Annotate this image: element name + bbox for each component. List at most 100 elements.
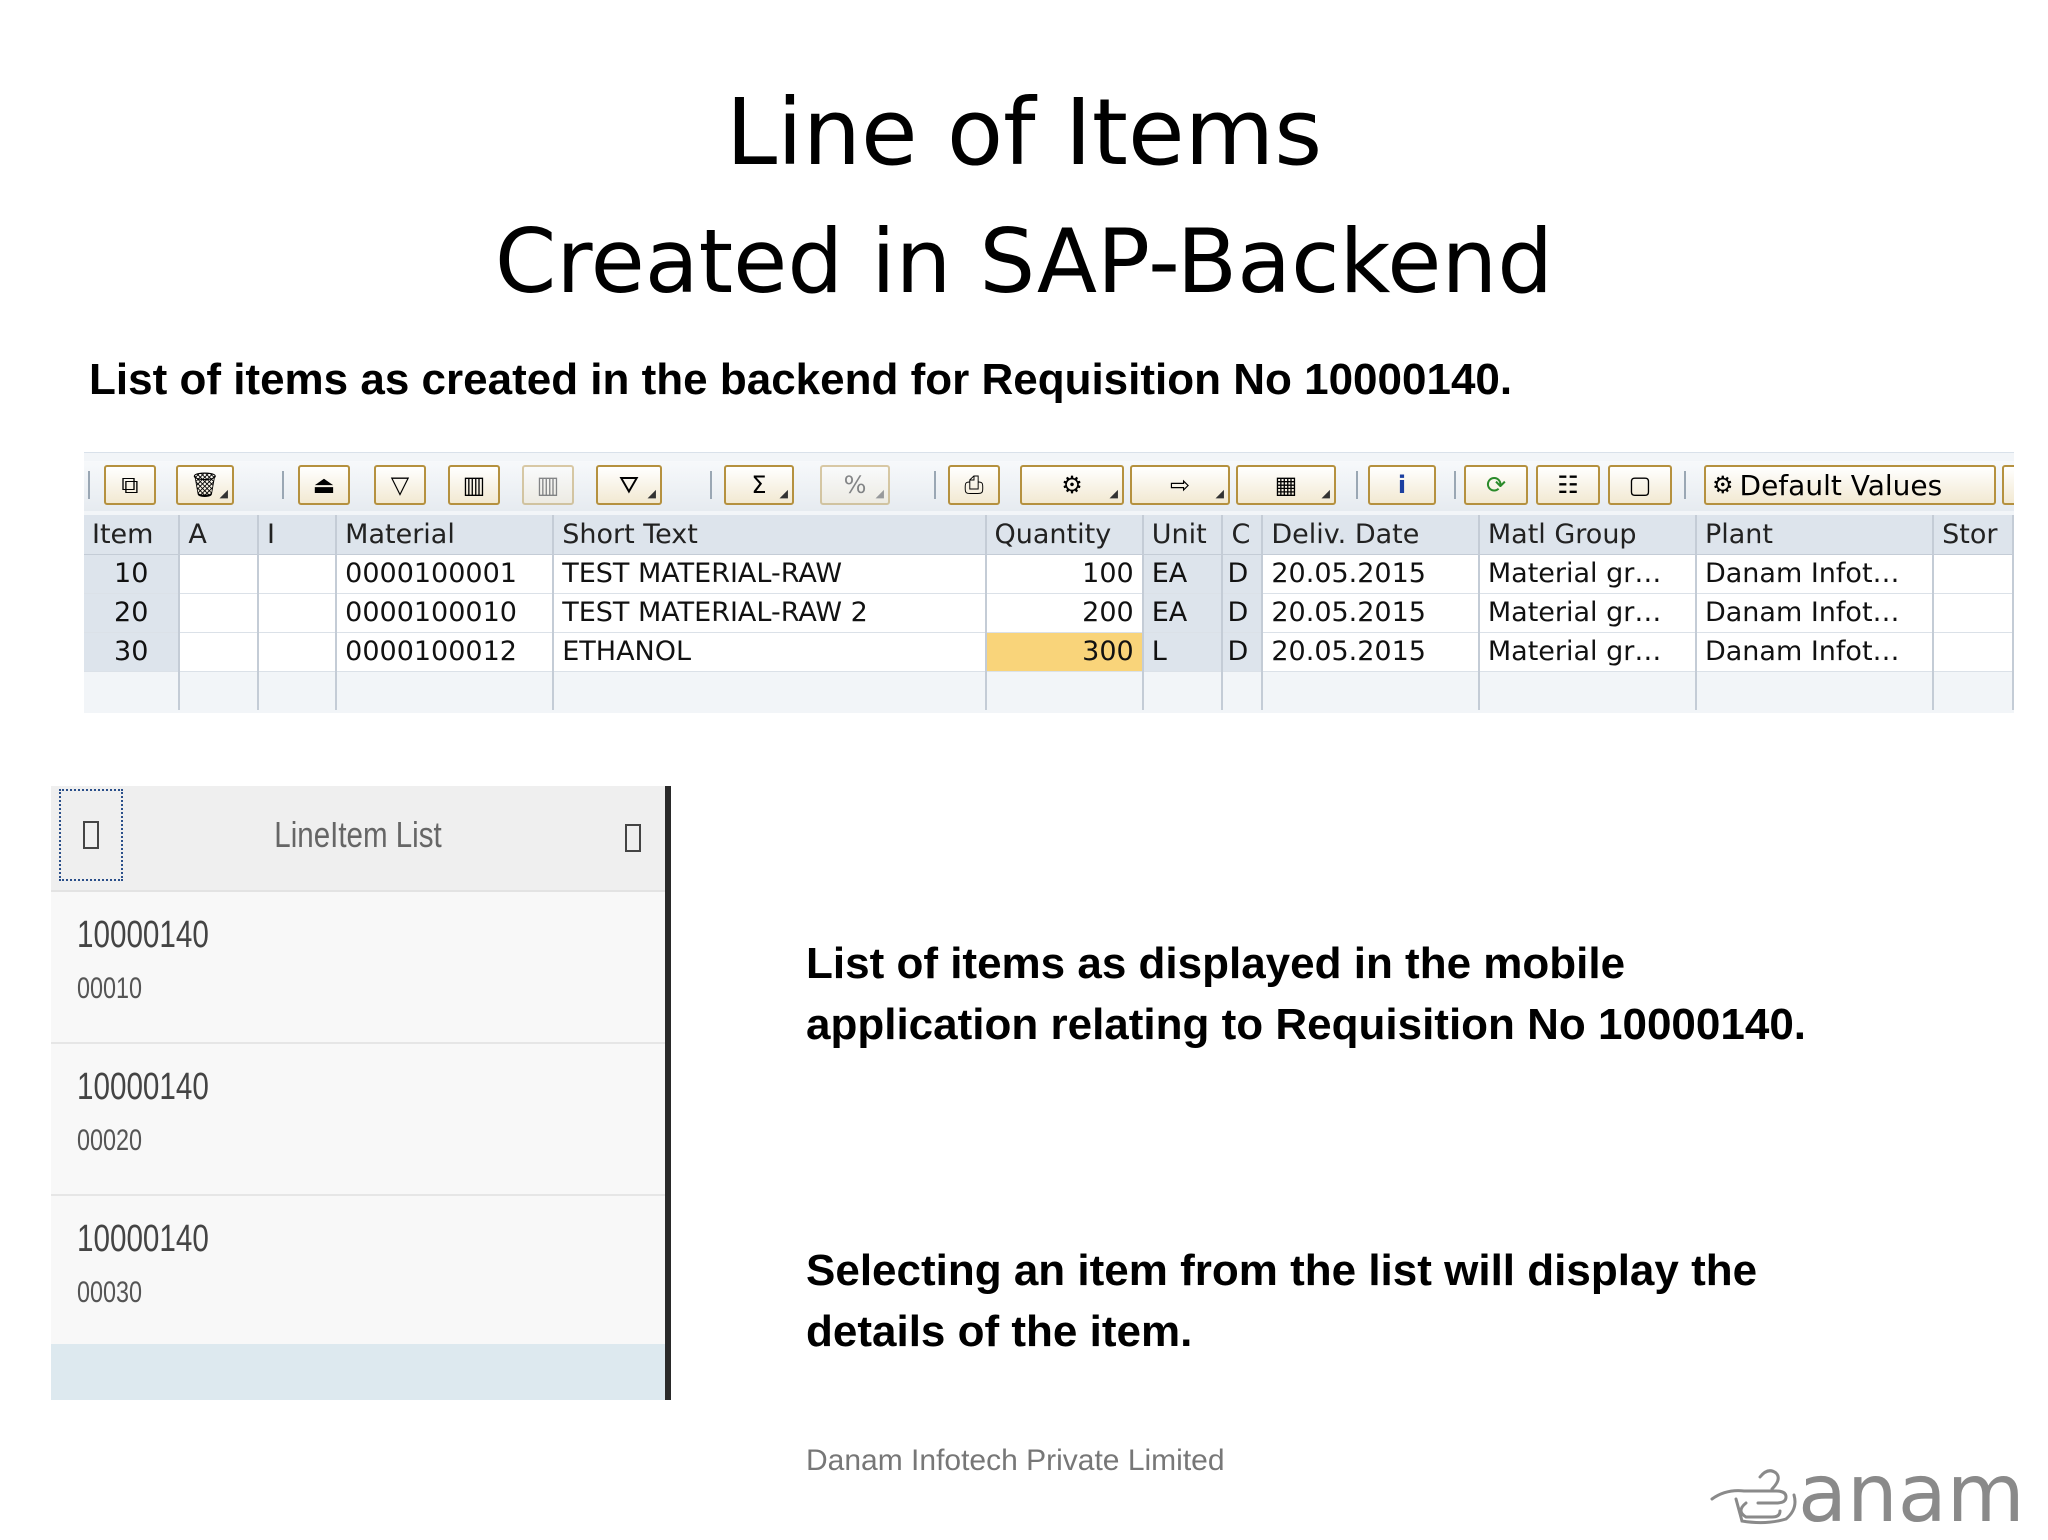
mobile-lineitem-list: LineItem List 10000140 00010 10000140 00… xyxy=(51,786,671,1400)
toolbar-separator xyxy=(1454,471,1456,499)
copy-icon[interactable]: ⧉ xyxy=(104,465,156,505)
column-header-matl-group[interactable]: Matl Group xyxy=(1478,515,1697,555)
list-item[interactable]: 10000140 00020 xyxy=(51,1044,665,1196)
cell-matl-group[interactable]: Material gr… xyxy=(1478,554,1697,594)
slide-subtitle: Created in SAP-Backend xyxy=(494,210,1554,313)
cell-matl-group[interactable]: Material gr… xyxy=(1478,632,1697,672)
table-row[interactable]: 20 0000100010 TEST MATERIAL-RAW 2 200 EA… xyxy=(84,593,2014,633)
cell-matl-group[interactable]: Material gr… xyxy=(1478,593,1697,633)
toolbar-separator xyxy=(710,471,712,499)
find-icon[interactable]: ▥ xyxy=(448,465,500,505)
filter-icon[interactable]: ⛛ ◢ xyxy=(596,465,662,505)
hand-icon xyxy=(1710,1469,1797,1525)
column-header-i[interactable]: I xyxy=(257,515,338,555)
info-icon[interactable]: i xyxy=(1368,465,1436,505)
cell-i[interactable] xyxy=(257,593,338,633)
sort-ascending-icon[interactable]: ⏏ xyxy=(298,465,350,505)
list-selection-area xyxy=(51,1344,665,1400)
list-item-requisition: 10000140 xyxy=(77,914,209,956)
default-values-button[interactable]: ⚙ Default Values xyxy=(1704,465,1996,505)
column-header-quantity[interactable]: Quantity xyxy=(985,515,1144,555)
cell-short-text[interactable]: TEST MATERIAL-RAW 2 xyxy=(553,593,987,633)
column-header-stor[interactable]: Stor xyxy=(1933,515,2014,555)
action-icon[interactable] xyxy=(611,816,655,860)
table-row[interactable]: 30 0000100012 ETHANOL 300 L D 20.05.2015… xyxy=(84,632,2014,672)
subtotal-icon[interactable]: % ◢ xyxy=(820,465,890,505)
column-header-a[interactable]: A xyxy=(179,515,259,555)
list-item-requisition: 10000140 xyxy=(77,1066,209,1108)
column-header-plant[interactable]: Plant xyxy=(1695,515,1935,555)
table-row[interactable]: 10 0000100001 TEST MATERIAL-RAW 100 EA D… xyxy=(84,554,2014,594)
settings-icon[interactable]: ☷ xyxy=(1536,465,1600,505)
cell-i[interactable] xyxy=(257,554,338,594)
sum-icon[interactable]: Σ ◢ xyxy=(724,465,794,505)
cell-material[interactable]: 0000100010 xyxy=(336,593,555,633)
list-item-line: 00030 xyxy=(77,1276,143,1309)
column-header-item[interactable]: Item xyxy=(84,515,181,555)
toolbar-overflow-button[interactable] xyxy=(2002,465,2014,505)
cell-deliv-date[interactable]: 20.05.2015 xyxy=(1262,554,1480,594)
column-header-deliv-date[interactable]: Deliv. Date xyxy=(1262,515,1480,555)
views-icon[interactable]: ⚙ ◢ xyxy=(1020,465,1124,505)
delete-icon[interactable]: 🗑 ◢ xyxy=(176,465,234,505)
mobile-description: List of items as displayed in the mobile… xyxy=(806,939,1807,1049)
cell-c[interactable]: D xyxy=(1222,632,1264,672)
footer-text: Danam Infotech Private Limited xyxy=(806,1444,1225,1477)
list-item-requisition: 10000140 xyxy=(77,1218,209,1260)
cell-i[interactable] xyxy=(257,632,338,672)
refresh-icon[interactable]: ⟳ xyxy=(1464,465,1528,505)
cell-short-text[interactable]: ETHANOL xyxy=(553,632,987,672)
cell-short-text[interactable]: TEST MATERIAL-RAW xyxy=(553,554,987,594)
default-values-label: Default Values xyxy=(1739,468,1943,502)
cell-plant[interactable]: Danam Infot… xyxy=(1695,593,1935,633)
cell-plant[interactable]: Danam Infot… xyxy=(1695,554,1935,594)
list-item[interactable]: 10000140 00030 xyxy=(51,1196,665,1348)
toolbar-separator xyxy=(88,471,90,499)
slide-title: Line of Items xyxy=(725,79,1323,186)
sap-item-overview: ⧉ 🗑 ◢ ⏏ ▽ ▥ ▥ ⛛ ◢ Σ ◢ % ◢ ⎙ ⚙ ◢ ⇨ ◢ ▦ ◢ i ⟳ ☷ ▢… xyxy=(84,452,2014,713)
cell-item[interactable]: 30 xyxy=(84,632,181,672)
cell-unit[interactable]: EA xyxy=(1142,554,1224,594)
cell-item[interactable]: 10 xyxy=(84,554,181,594)
cell-item[interactable]: 20 xyxy=(84,593,181,633)
cell-a[interactable] xyxy=(179,632,259,672)
cell-deliv-date[interactable]: 20.05.2015 xyxy=(1262,632,1480,672)
intro-text: List of items as created in the backend … xyxy=(89,355,1513,404)
mobile-title: LineItem List xyxy=(274,814,442,855)
cell-material[interactable]: 0000100012 xyxy=(336,632,555,672)
cell-stor[interactable] xyxy=(1933,554,2014,594)
clipboard-icon[interactable]: ▢ xyxy=(1608,465,1672,505)
cell-quantity[interactable]: 100 xyxy=(985,554,1144,594)
export-icon[interactable]: ⇨ ◢ xyxy=(1130,465,1230,505)
cell-c[interactable]: D xyxy=(1222,593,1264,633)
list-item-line: 00010 xyxy=(77,972,143,1005)
list-item-line: 00020 xyxy=(77,1124,143,1157)
mobile-header: LineItem List xyxy=(51,786,665,892)
column-header-material[interactable]: Material xyxy=(336,515,555,555)
cell-a[interactable] xyxy=(179,554,259,594)
cell-quantity[interactable]: 200 xyxy=(985,593,1144,633)
toolbar-separator xyxy=(282,471,284,499)
list-item[interactable]: 10000140 00010 xyxy=(51,892,665,1044)
table-header-row: Item A I Material Short Text Quantity Un… xyxy=(84,515,2014,555)
cell-stor[interactable] xyxy=(1933,632,2014,672)
sap-item-table: Item A I Material Short Text Quantity Un… xyxy=(84,515,2014,710)
column-header-short-text[interactable]: Short Text xyxy=(553,515,987,555)
cell-unit[interactable]: EA xyxy=(1142,593,1224,633)
cell-quantity-selected[interactable]: 300 xyxy=(985,632,1144,672)
cell-unit[interactable]: L xyxy=(1142,632,1224,672)
cell-c[interactable]: D xyxy=(1222,554,1264,594)
empty-row[interactable] xyxy=(84,671,2014,710)
column-header-c[interactable]: C xyxy=(1222,515,1264,555)
cell-material[interactable]: 0000100001 xyxy=(336,554,555,594)
find-next-icon[interactable]: ▥ xyxy=(522,465,574,505)
sort-descending-icon[interactable]: ▽ xyxy=(374,465,426,505)
cell-deliv-date[interactable]: 20.05.2015 xyxy=(1262,593,1480,633)
cell-stor[interactable] xyxy=(1933,593,2014,633)
layout-icon[interactable]: ▦ ◢ xyxy=(1236,465,1336,505)
toolbar-separator xyxy=(934,471,936,499)
cell-a[interactable] xyxy=(179,593,259,633)
cell-plant[interactable]: Danam Infot… xyxy=(1695,632,1935,672)
column-header-unit[interactable]: Unit xyxy=(1142,515,1224,555)
print-icon[interactable]: ⎙ xyxy=(948,465,1000,505)
